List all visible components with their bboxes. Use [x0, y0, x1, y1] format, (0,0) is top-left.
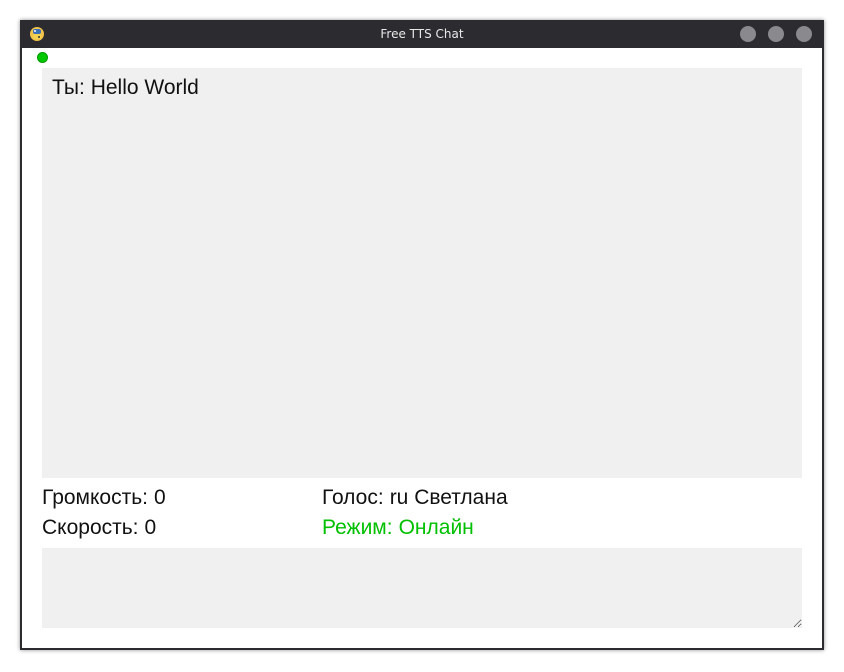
volume-label: Громкость: — [42, 486, 148, 509]
minimize-button[interactable] — [740, 26, 756, 42]
voice-label: Голос: — [322, 486, 384, 509]
voice-value: ru Светлана — [389, 486, 508, 509]
chat-text: Hello World — [90, 76, 199, 99]
maximize-button[interactable] — [768, 26, 784, 42]
voice-info: Голос: ru Светлана — [322, 486, 508, 510]
volume-info: Громкость: 0 — [42, 486, 166, 510]
window-title: Free TTS Chat — [380, 27, 464, 41]
chat-log[interactable]: Ты: Hello World — [42, 68, 802, 478]
mode-info: Режим: Онлайн — [322, 516, 474, 540]
chat-speaker: Ты: — [52, 76, 85, 99]
speed-value: 0 — [144, 516, 157, 539]
close-button[interactable] — [796, 26, 812, 42]
mode-value: Онлайн — [398, 516, 474, 539]
speed-info: Скорость: 0 — [42, 516, 156, 540]
online-status-dot — [37, 52, 48, 63]
speed-label: Скорость: — [42, 516, 139, 539]
app-window: Free TTS Chat Ты: Hello World Громкость:… — [20, 20, 824, 650]
chat-message: Ты: Hello World — [52, 76, 199, 100]
message-input[interactable] — [42, 548, 802, 628]
volume-value: 0 — [153, 486, 166, 509]
mode-label: Режим: — [322, 516, 393, 539]
title-bar[interactable]: Free TTS Chat — [20, 20, 824, 48]
